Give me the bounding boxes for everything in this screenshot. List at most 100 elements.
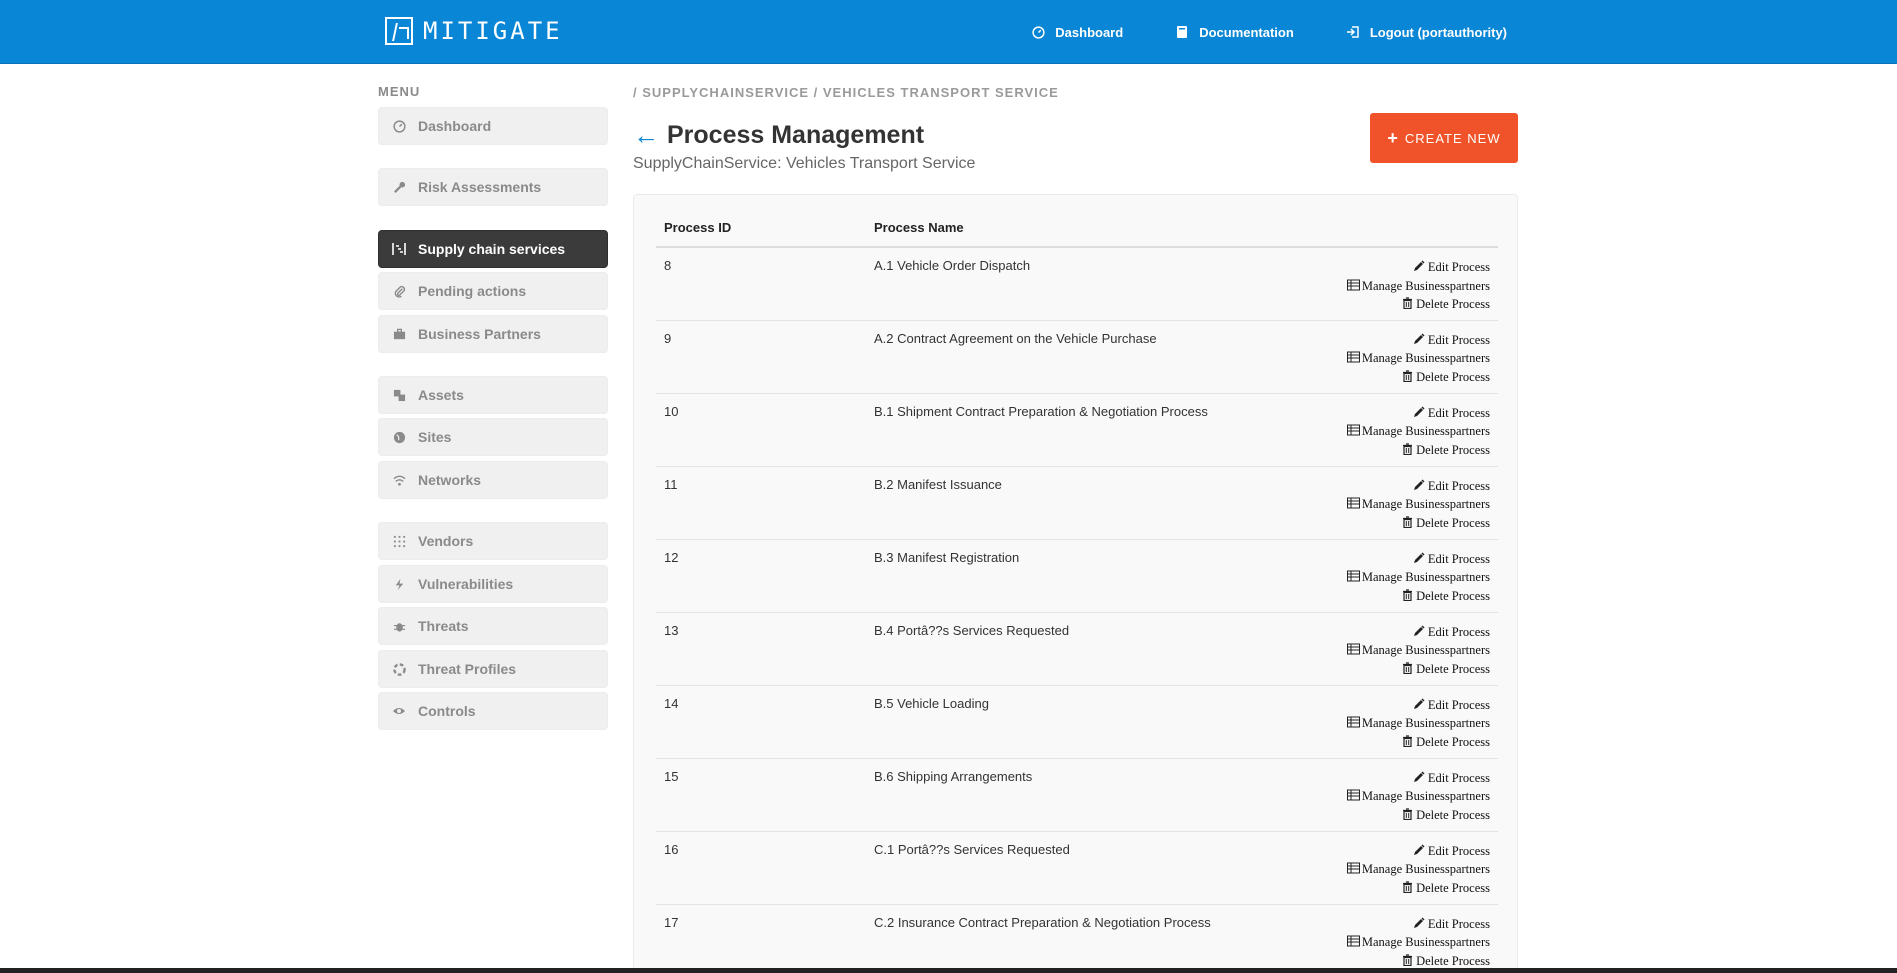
sidebar-item-threats[interactable]: Threats (378, 607, 608, 645)
sidebar-item-risk-assessments[interactable]: Risk Assessments (378, 168, 608, 206)
menu-title: MENU (378, 84, 421, 99)
manage-businesspartners-label: Manage Businesspartners (1361, 278, 1490, 293)
manage-businesspartners-link[interactable]: Manage Businesspartners (1306, 568, 1490, 587)
process-actions-cell: Edit Process Manage Businesspartners Delet… (1298, 247, 1498, 321)
trash-icon (1401, 369, 1413, 382)
nav-documentation-link[interactable]: Documentation (1175, 25, 1294, 40)
manage-businesspartners-link[interactable]: Manage Businesspartners (1306, 714, 1490, 733)
edit-process-link[interactable]: Edit Process (1306, 623, 1490, 642)
manage-businesspartners-link[interactable]: Manage Businesspartners (1306, 787, 1490, 806)
table-row: 13 B.4 Portâ??s Services Requested Edit Pr… (656, 612, 1498, 686)
sidebar-item-sites[interactable]: Sites (378, 418, 608, 456)
pencil-icon (1413, 259, 1425, 271)
table-row: 8 A.1 Vehicle Order Dispatch Edit Process M… (656, 247, 1498, 321)
manage-businesspartners-link[interactable]: Manage Businesspartners (1306, 422, 1490, 441)
logout-icon (1346, 25, 1360, 39)
delete-process-link[interactable]: Delete Process (1306, 368, 1490, 387)
manage-businesspartners-label: Manage Businesspartners (1361, 789, 1490, 803)
process-name-cell: B.4 Portâ??s Services Requested (866, 612, 1298, 686)
manage-businesspartners-label: Manage Businesspartners (1361, 643, 1490, 657)
delete-process-link[interactable]: Delete Process (1306, 295, 1490, 314)
edit-process-label: Edit Process (1427, 551, 1490, 566)
column-header-process-name[interactable]: Process Name (866, 209, 1298, 248)
sidebar-item-dashboard[interactable]: Dashboard (378, 107, 608, 145)
edit-process-link[interactable]: Edit Process (1306, 696, 1490, 715)
process-name-cell: B.5 Vehicle Loading (866, 685, 1298, 759)
process-actions-cell: Edit Process Manage Businesspartners Delet… (1298, 904, 1498, 973)
breadcrumb[interactable]: / SUPPLYCHAINSERVICE / VEHICLES TRANSPOR… (633, 85, 1059, 100)
sidebar-item-vendors[interactable]: Vendors (378, 522, 608, 560)
delete-process-label: Delete Process (1416, 442, 1490, 457)
trash-icon (1401, 515, 1413, 528)
book-icon (1175, 25, 1189, 39)
delete-process-link[interactable]: Delete Process (1306, 806, 1490, 825)
pencil-icon (1413, 332, 1425, 344)
delete-process-link[interactable]: Delete Process (1306, 441, 1490, 460)
manage-businesspartners-link[interactable]: Manage Businesspartners (1306, 860, 1490, 879)
table-list-icon (1346, 861, 1360, 874)
sidebar-item-pending-actions[interactable]: Pending actions (378, 272, 608, 310)
pencil-icon (1413, 770, 1425, 782)
edit-process-link[interactable]: Edit Process (1306, 550, 1490, 569)
delete-process-label: Delete Process (1416, 880, 1490, 895)
trash-icon (1401, 734, 1413, 747)
manage-businesspartners-label: Manage Businesspartners (1361, 935, 1490, 949)
delete-process-link[interactable]: Delete Process (1306, 879, 1490, 898)
delete-process-link[interactable]: Delete Process (1306, 514, 1490, 533)
manage-businesspartners-label: Manage Businesspartners (1361, 716, 1490, 730)
table-row: 11 B.2 Manifest Issuance Edit Process Manag… (656, 466, 1498, 540)
column-header-process-id[interactable]: Process ID (656, 209, 866, 248)
sidebar-item-controls[interactable]: Controls (378, 692, 608, 730)
wrench-icon (392, 180, 406, 194)
sidebar-item-threat-profiles[interactable]: Threat Profiles (378, 650, 608, 688)
sidebar-item-vulnerabilities[interactable]: Vulnerabilities (378, 565, 608, 603)
trash-icon (1401, 588, 1413, 601)
manage-businesspartners-link[interactable]: Manage Businesspartners (1306, 277, 1490, 296)
manage-businesspartners-link[interactable]: Manage Businesspartners (1306, 933, 1490, 952)
bug-icon (392, 619, 406, 633)
edit-process-link[interactable]: Edit Process (1306, 404, 1490, 423)
process-actions-cell: Edit Process Manage Businesspartners Delet… (1298, 539, 1498, 613)
logo[interactable]: MITIGATE (385, 17, 563, 45)
process-id-cell: 10 (656, 393, 866, 467)
process-name-cell: B.3 Manifest Registration (866, 539, 1298, 613)
manage-businesspartners-link[interactable]: Manage Businesspartners (1306, 495, 1490, 514)
edit-process-link[interactable]: Edit Process (1306, 842, 1490, 861)
delete-process-label: Delete Process (1416, 588, 1490, 603)
sidebar-item-assets[interactable]: Assets (378, 376, 608, 414)
edit-process-link[interactable]: Edit Process (1306, 331, 1490, 350)
table-row: 10 B.1 Shipment Contract Preparation & Ne… (656, 393, 1498, 467)
edit-process-link[interactable]: Edit Process (1306, 477, 1490, 496)
sidebar-item-business-partners[interactable]: Business Partners (378, 315, 608, 353)
delete-process-link[interactable]: Delete Process (1306, 587, 1490, 606)
sidebar-item-supply-chain-services[interactable]: Supply chain services (378, 230, 608, 268)
delete-process-label: Delete Process (1416, 661, 1490, 676)
create-new-button[interactable]: + CREATE NEW (1370, 113, 1518, 163)
edit-process-label: Edit Process (1427, 624, 1490, 639)
edit-process-link[interactable]: Edit Process (1306, 258, 1490, 277)
process-id-cell: 16 (656, 831, 866, 905)
sidebar-item-label: Controls (418, 703, 476, 719)
nav-logout-link[interactable]: Logout (portauthority) (1346, 25, 1507, 40)
table-list-icon (1346, 934, 1360, 947)
delete-process-link[interactable]: Delete Process (1306, 733, 1490, 752)
edit-process-link[interactable]: Edit Process (1306, 769, 1490, 788)
delete-process-link[interactable]: Delete Process (1306, 660, 1490, 679)
sidebar-item-label: Threat Profiles (418, 661, 517, 677)
page-subtitle: SupplyChainService: Vehicles Transport S… (633, 155, 976, 172)
back-arrow-icon[interactable]: ← (633, 120, 659, 151)
process-actions-cell: Edit Process Manage Businesspartners Delet… (1298, 685, 1498, 759)
manage-businesspartners-link[interactable]: Manage Businesspartners (1306, 349, 1490, 368)
nav-dashboard-link[interactable]: Dashboard (1031, 25, 1123, 40)
manage-businesspartners-link[interactable]: Manage Businesspartners (1306, 641, 1490, 660)
supply-chain-icon (392, 242, 406, 256)
delete-process-label: Delete Process (1416, 953, 1490, 968)
trash-icon (1401, 953, 1413, 966)
sidebar-item-networks[interactable]: Networks (378, 461, 608, 499)
table-header-row: Process ID Process Name (656, 209, 1498, 248)
table-list-icon (1346, 569, 1360, 582)
pencil-icon (1413, 697, 1425, 709)
delete-process-label: Delete Process (1416, 807, 1490, 822)
edit-process-link[interactable]: Edit Process (1306, 915, 1490, 934)
page-title-text: Process Management (667, 121, 925, 149)
